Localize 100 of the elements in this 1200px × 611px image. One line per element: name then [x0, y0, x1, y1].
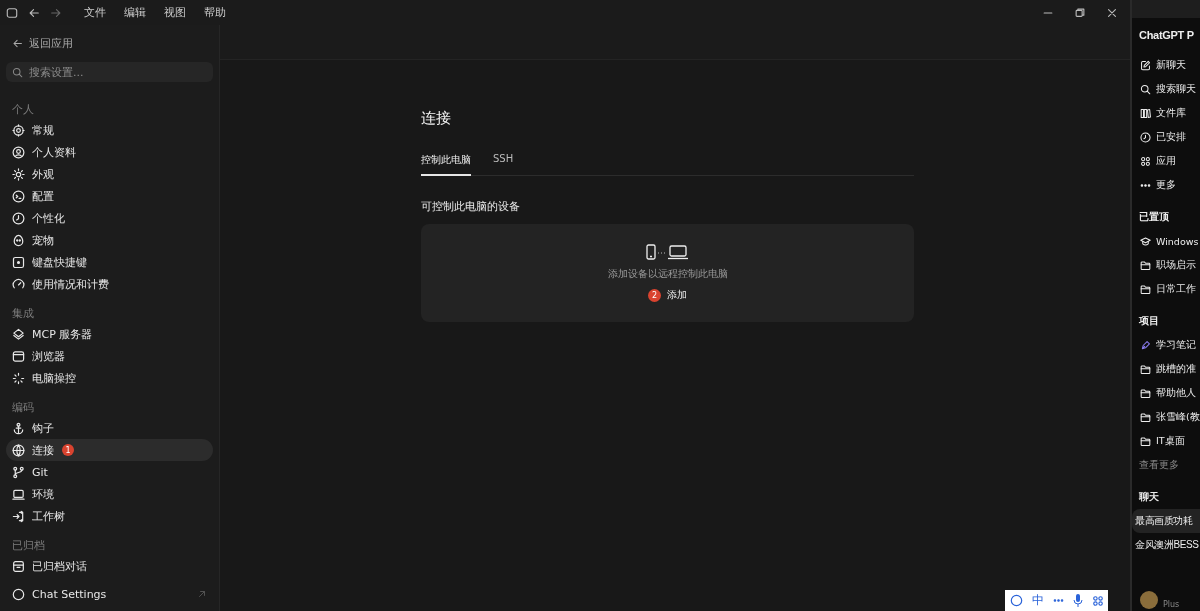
sidebar-item[interactable]: 已归档对话 — [6, 555, 213, 577]
sidebar-item[interactable]: 浏览器 — [6, 345, 213, 367]
laptop-icon — [12, 487, 25, 501]
nav-item[interactable]: 新聊天 — [1132, 53, 1200, 77]
folder-icon — [1140, 411, 1151, 423]
sidebar-item[interactable]: 外观 — [6, 163, 213, 185]
globe-icon — [12, 443, 25, 457]
phone-laptop-icon — [645, 244, 690, 260]
nav-item[interactable]: 应用 — [1132, 149, 1200, 173]
restore-icon — [1074, 6, 1086, 19]
tab[interactable]: SSH — [493, 153, 514, 176]
sun-icon — [12, 167, 25, 181]
microphone-icon[interactable] — [1072, 594, 1083, 607]
pen-icon — [1140, 339, 1151, 351]
close-icon — [1106, 6, 1118, 19]
sidebar-item[interactable]: MCP 服务器 — [6, 323, 213, 345]
grid-icon — [1140, 155, 1151, 167]
circle-icon — [12, 587, 25, 601]
sidebar-item[interactable]: 个人资料 — [6, 141, 213, 163]
search-icon — [12, 66, 23, 78]
pencil-square-icon — [1140, 59, 1151, 71]
sidebar-item[interactable]: Chat Settings — [6, 583, 213, 605]
project-item[interactable]: IT桌面 — [1132, 429, 1200, 453]
chat-item[interactable]: 金风澳洲BESS — [1132, 533, 1200, 557]
sidebar-toggle-icon — [6, 6, 18, 19]
user-circle-icon — [12, 145, 25, 159]
nav-item[interactable]: 更多 — [1132, 173, 1200, 197]
section-label: 项目 — [1138, 314, 1160, 328]
section-label: 编码 — [11, 399, 35, 416]
count-badge: 1 — [62, 444, 74, 456]
sidebar-item[interactable]: 使用情况和计费 — [6, 273, 213, 295]
browser-window-icon — [12, 349, 25, 363]
sidebar-item[interactable]: 钩子 — [6, 417, 213, 439]
sidebar-item[interactable]: 常规 — [6, 119, 213, 141]
folder-icon — [1140, 435, 1151, 447]
graduation-cap-icon — [1140, 235, 1151, 247]
sidebar-item[interactable]: 个性化 — [6, 207, 213, 229]
plan-label: Plus — [1163, 600, 1180, 609]
project-item[interactable]: 跳槽的准 — [1132, 357, 1200, 381]
git-branch-icon — [12, 465, 25, 479]
sidebar-item[interactable]: 配置 — [6, 185, 213, 207]
avatar[interactable] — [1140, 591, 1158, 609]
terminal-circle-icon — [12, 189, 25, 203]
forward-arrow-icon — [50, 6, 62, 19]
egg-icon — [12, 233, 25, 247]
external-arrow-icon — [197, 589, 207, 599]
back-arrow-icon — [12, 37, 23, 49]
step-badge: 2 — [648, 288, 661, 302]
clock-icon — [1140, 131, 1151, 143]
empty-state-message: 添加设备以远程控制此电脑 — [607, 267, 728, 281]
menu-item[interactable]: 视图 — [164, 5, 186, 20]
section-label: 聊天 — [1138, 490, 1160, 504]
project-item[interactable]: 张雪峰(教 — [1132, 405, 1200, 429]
pinned-item[interactable]: 日常工作 — [1132, 277, 1200, 301]
sidebar-item[interactable]: 工作树 — [6, 505, 213, 527]
folder-icon — [1140, 283, 1151, 295]
nav-item[interactable]: 文件库 — [1132, 101, 1200, 125]
clock-icon — [12, 211, 25, 225]
project-item[interactable]: 学习笔记 — [1132, 333, 1200, 357]
logo-circle-icon — [1009, 594, 1023, 607]
menu-item[interactable]: 编辑 — [124, 5, 146, 20]
layers-icon — [12, 327, 25, 341]
search-field[interactable]: 搜索设置... — [6, 62, 213, 82]
folder-icon — [1140, 363, 1151, 375]
chat-item[interactable]: 最高画质功耗 — [1132, 509, 1200, 533]
menu-item[interactable]: 文件 — [84, 5, 106, 20]
menu-item[interactable]: 帮助 — [204, 5, 226, 20]
grid-icon — [1091, 594, 1104, 607]
section-label: 已置顶 — [1138, 210, 1170, 224]
back-link[interactable]: 返回应用 — [6, 31, 213, 55]
see-more-link[interactable]: 查看更多 — [1132, 453, 1200, 477]
section-label: 已归档 — [11, 537, 46, 554]
gauge-icon — [12, 277, 25, 291]
sidebar-item[interactable]: 宠物 — [6, 229, 213, 251]
app-title: ChatGPT P — [1138, 28, 1195, 43]
nav-item[interactable]: 已安排 — [1132, 125, 1200, 149]
sidebar-item[interactable]: 电脑操控 — [6, 367, 213, 389]
sidebar-item[interactable]: 连接 1 — [6, 439, 213, 461]
pinned-item[interactable]: 职场启示 — [1132, 253, 1200, 277]
search-icon — [1140, 83, 1151, 95]
tab[interactable]: 控制此电脑 — [421, 153, 471, 176]
page-title: 连接 — [421, 108, 452, 128]
sidebar-item[interactable]: 键盘快捷键 — [6, 251, 213, 273]
folder-icon — [1140, 259, 1151, 271]
sidebar-item[interactable]: 环境 — [6, 483, 213, 505]
section-heading: 可控制此电脑的设备 — [421, 200, 521, 214]
sidebar-item[interactable]: Git — [6, 461, 213, 483]
add-button[interactable]: 2 添加 — [648, 288, 687, 302]
section-label: 个人 — [11, 101, 35, 118]
input-mode-button[interactable]: 中 — [1031, 592, 1044, 609]
library-icon — [1140, 107, 1151, 119]
folder-icon — [1140, 387, 1151, 399]
anchor-icon — [12, 421, 25, 435]
pinned-item[interactable]: Windows — [1132, 229, 1200, 253]
nav-item[interactable]: 搜索聊天 — [1132, 77, 1200, 101]
section-label: 集成 — [11, 305, 35, 322]
sparkle-icon — [12, 371, 25, 385]
gear-icon — [12, 123, 25, 137]
project-item[interactable]: 帮助他人 — [1132, 381, 1200, 405]
archive-icon — [12, 559, 25, 573]
